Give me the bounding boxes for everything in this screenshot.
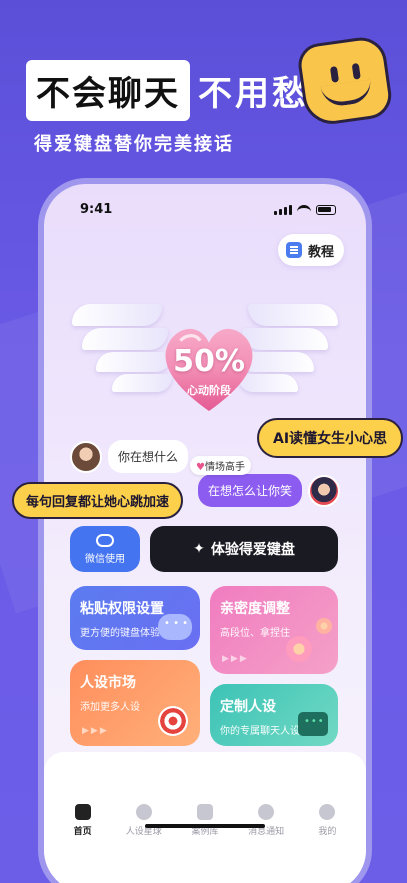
phone-mockup: 9:41 教程 50% 心动阶段 你在想什么 ♥情场高手 在想怎么让你笑 微信使… <box>38 178 372 883</box>
chat-message-left: 你在想什么 <box>70 440 189 473</box>
tutorial-button[interactable]: 教程 <box>277 234 344 266</box>
user-icon <box>319 804 336 820</box>
tutorial-label: 教程 <box>307 244 334 260</box>
tab-home[interactable]: 首页 <box>55 804 111 837</box>
card-custom-persona[interactable]: 定制人设 你的专属聊天人设 <box>210 684 338 746</box>
card-subtitle: 高段位、拿捏住 <box>220 628 290 639</box>
arrows-icon: ▶▶▶ <box>222 654 249 664</box>
sparkle-icon: ✦ <box>193 541 205 557</box>
status-time: 9:41 <box>80 202 113 217</box>
role-tag: ♥情场高手 <box>189 456 251 475</box>
avatar <box>308 474 340 507</box>
callout-reply: 每句回复都让她心跳加速 <box>12 482 184 519</box>
hero-subtitle: 得爱键盘替你完美接话 <box>34 134 234 155</box>
battery-icon <box>316 204 336 215</box>
card-title: 亲密度调整 <box>220 601 290 617</box>
card-intimacy[interactable]: 亲密度调整 高段位、拿捏住 ▶▶▶ <box>210 586 338 674</box>
wechat-icon <box>96 533 114 547</box>
flower-icon <box>286 636 312 662</box>
status-bar: 9:41 <box>80 202 336 217</box>
folder-icon <box>298 712 328 736</box>
tab-notifications[interactable]: 消息通知 <box>238 804 294 837</box>
avatar <box>70 440 102 473</box>
smiley-face-icon <box>295 34 395 128</box>
chat-message-right: ♥情场高手 在想怎么让你笑 <box>189 456 340 507</box>
heart-percent: 50% <box>173 344 245 379</box>
arrows-icon: ▶▶▶ <box>82 726 109 736</box>
wechat-label: 微信使用 <box>85 553 125 565</box>
signal-icon <box>274 204 292 215</box>
chat-bubble-right: ♥情场高手 在想怎么让你笑 <box>189 456 302 507</box>
heart-progress: 50% 心动阶段 <box>154 312 264 422</box>
list-icon <box>285 242 302 258</box>
chat-bubble-icon <box>158 614 192 640</box>
card-paste-permission[interactable]: 粘贴权限设置 更方便的键盘体验 <box>70 586 200 650</box>
bookmark-icon <box>196 804 213 820</box>
tab-bar: 首页 人设星球 案例库 消息通知 我的 <box>44 752 366 883</box>
tab-persona-planet[interactable]: 人设星球 <box>116 804 172 837</box>
card-persona-market[interactable]: 人设市场 添加更多人设 ▶▶▶ <box>70 660 200 746</box>
try-keyboard-button[interactable]: ✦ 体验得爱键盘 <box>150 526 338 572</box>
card-title: 人设市场 <box>80 675 136 691</box>
home-indicator <box>145 824 265 828</box>
tab-profile[interactable]: 我的 <box>299 804 355 837</box>
hero-title-rest: 不用愁 <box>198 73 309 114</box>
tab-case-library[interactable]: 案例库 <box>177 804 233 837</box>
hero-title: 不会聊天 不用愁 <box>26 59 309 121</box>
try-label: 体验得爱键盘 <box>210 542 295 558</box>
hero-title-boxed: 不会聊天 <box>26 59 190 121</box>
target-icon <box>158 706 188 736</box>
heart-label: 心动阶段 <box>187 384 231 397</box>
home-icon <box>74 804 91 820</box>
callout-ai: AI读懂女生小心思 <box>257 418 404 458</box>
flower-icon <box>316 618 332 634</box>
app-screen: 9:41 教程 50% 心动阶段 你在想什么 ♥情场高手 在想怎么让你笑 微信使… <box>44 184 366 883</box>
chat-bubble-left: 你在想什么 <box>108 440 189 473</box>
wifi-icon <box>297 204 311 215</box>
wechat-use-button[interactable]: 微信使用 <box>70 526 140 572</box>
bell-icon <box>258 804 275 820</box>
planet-icon <box>135 804 152 820</box>
heart-small-icon: ♥ <box>195 462 205 473</box>
